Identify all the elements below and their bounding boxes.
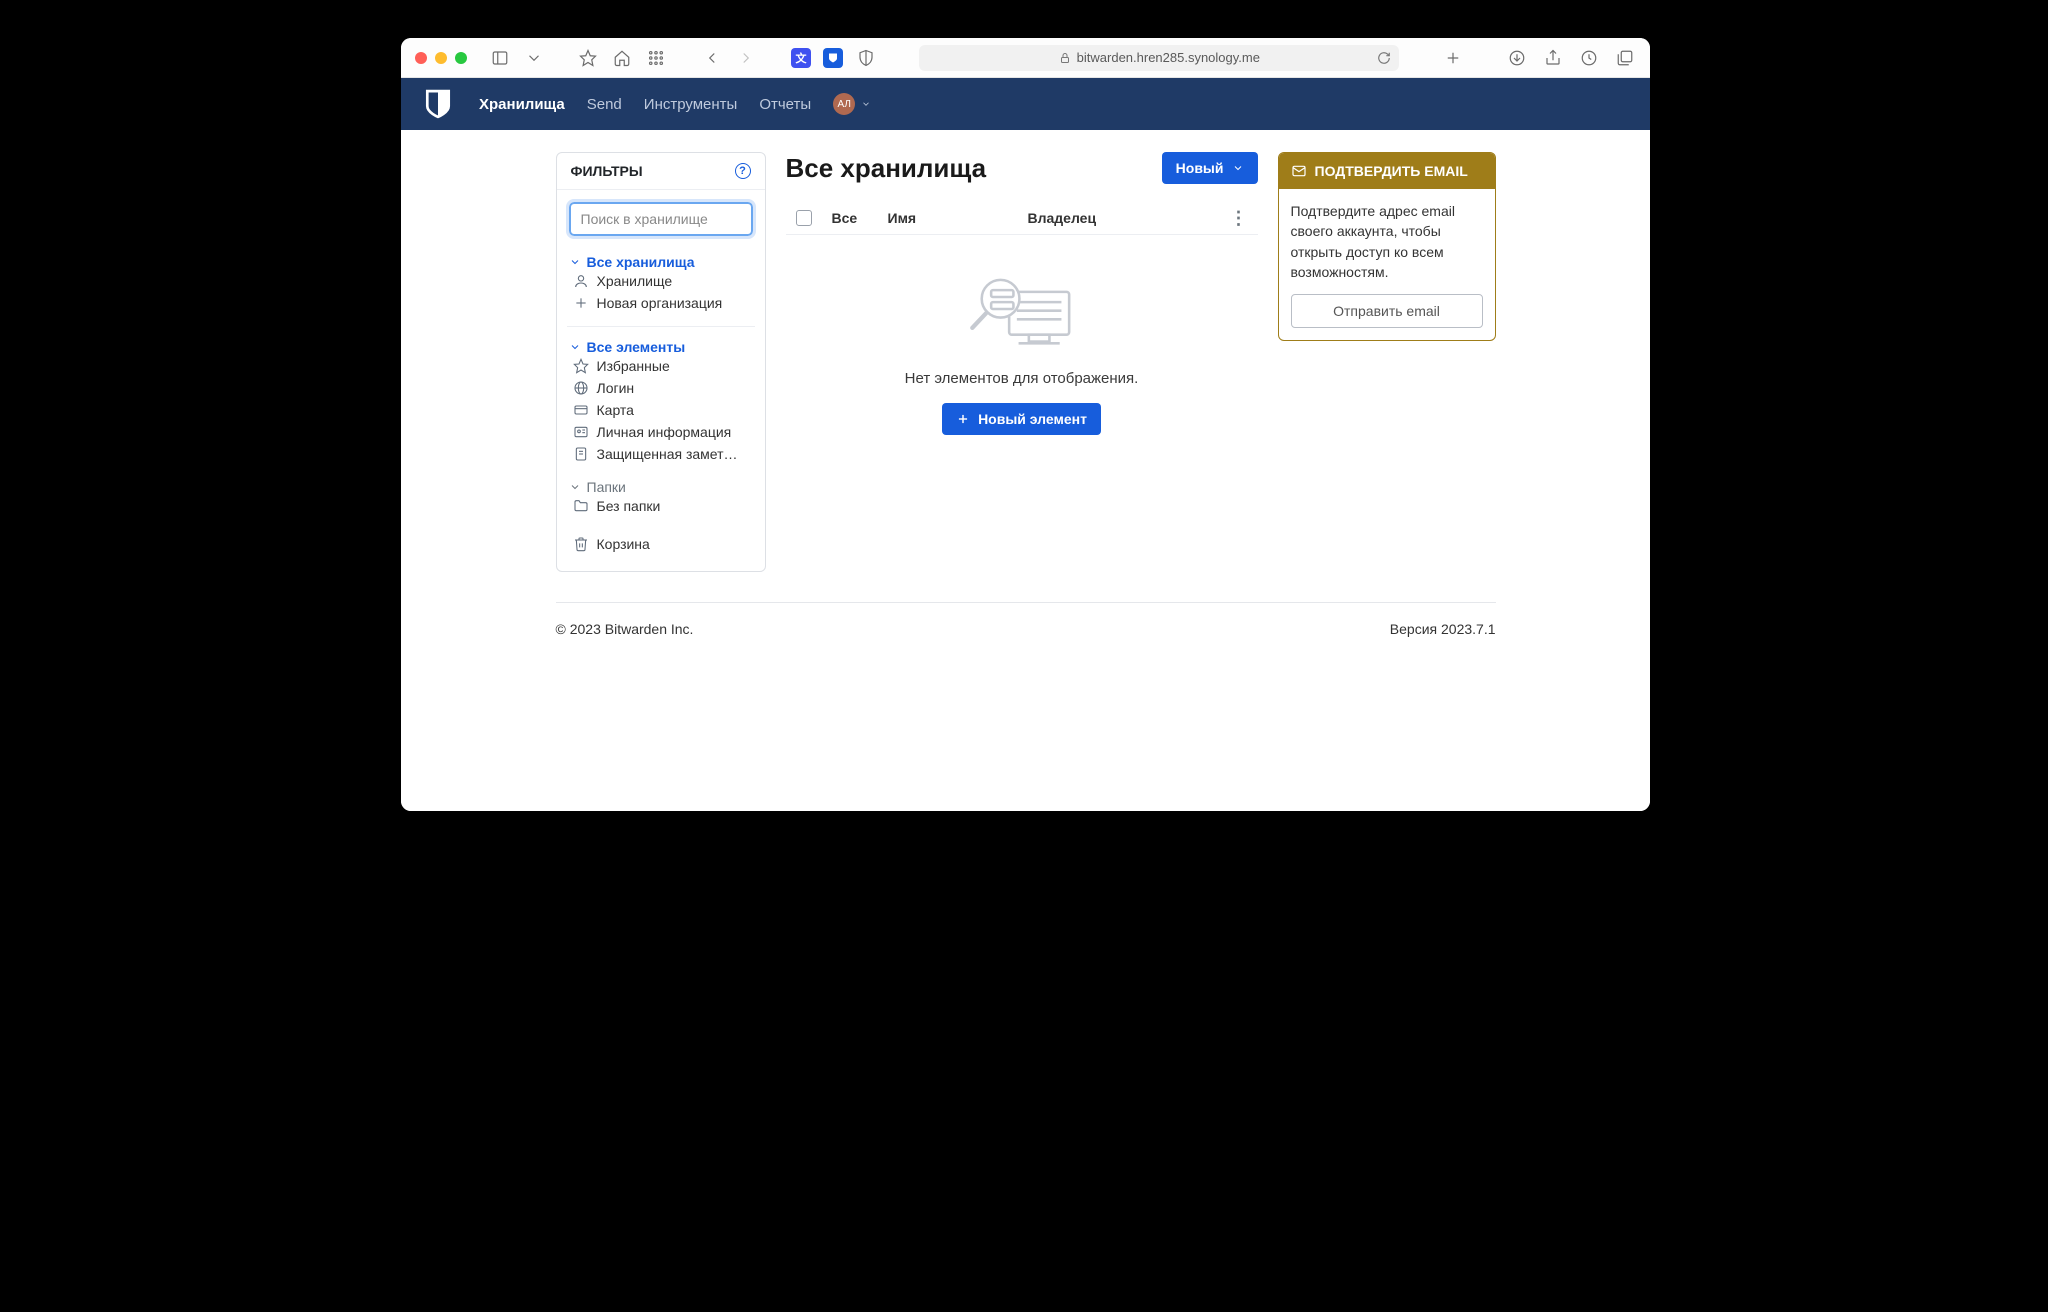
- callout-title: ПОДТВЕРДИТЬ EMAIL: [1315, 163, 1468, 179]
- search-input[interactable]: [569, 202, 753, 236]
- star-icon[interactable]: [577, 47, 599, 69]
- note-icon: [573, 446, 589, 462]
- sidebar-item-new-org[interactable]: Новая организация: [569, 292, 753, 314]
- apps-grid-icon[interactable]: [645, 47, 667, 69]
- group-folders[interactable]: Папки: [569, 479, 753, 495]
- select-all-checkbox[interactable]: [796, 210, 812, 226]
- minimize-window-button[interactable]: [435, 52, 447, 64]
- chevron-down-icon: [569, 481, 581, 493]
- browser-window: 文 bitwarden.hren285.synology.me Хранилищ…: [401, 38, 1650, 811]
- sidebar-item-trash[interactable]: Корзина: [569, 533, 753, 555]
- sidebar-item-card[interactable]: Карта: [569, 399, 753, 421]
- footer: © 2023 Bitwarden Inc. Версия 2023.7.1: [556, 602, 1496, 663]
- group-all-vaults[interactable]: Все хранилища: [569, 254, 753, 270]
- col-owner[interactable]: Владелец: [1028, 210, 1210, 226]
- sidebar-item-identity[interactable]: Личная информация: [569, 421, 753, 443]
- share-icon[interactable]: [1542, 47, 1564, 69]
- brand-logo-icon: [425, 89, 451, 119]
- nav-send[interactable]: Send: [587, 96, 622, 113]
- downloads-icon[interactable]: [1506, 47, 1528, 69]
- reload-icon[interactable]: [1377, 51, 1391, 65]
- sidebar-toggle-icon[interactable]: [489, 47, 511, 69]
- tabs-icon[interactable]: [1614, 47, 1636, 69]
- group-all-elements[interactable]: Все элементы: [569, 339, 753, 355]
- help-icon[interactable]: ?: [735, 163, 751, 179]
- forward-button[interactable]: [735, 47, 757, 69]
- plus-icon: [956, 412, 970, 426]
- page-title: Все хранилища: [786, 153, 987, 184]
- mail-icon: [1291, 163, 1307, 179]
- close-window-button[interactable]: [415, 52, 427, 64]
- callout-body-text: Подтвердите адрес email своего аккаунта,…: [1291, 201, 1483, 282]
- plus-tab-icon[interactable]: [1442, 47, 1464, 69]
- browser-toolbar: 文 bitwarden.hren285.synology.me: [401, 38, 1650, 78]
- window-controls: [415, 52, 467, 64]
- extension-translate-icon[interactable]: 文: [791, 48, 811, 68]
- table-header: Все Имя Владелец ⋮: [786, 202, 1258, 235]
- url-text: bitwarden.hren285.synology.me: [1077, 50, 1260, 65]
- nav-vaults[interactable]: Хранилища: [479, 96, 565, 113]
- star-icon: [573, 358, 589, 374]
- trash-icon: [573, 536, 589, 552]
- sidebar-item-login[interactable]: Логин: [569, 377, 753, 399]
- sidebar-item-no-folder[interactable]: Без папки: [569, 495, 753, 517]
- nav-reports[interactable]: Отчеты: [759, 96, 811, 113]
- verify-email-callout: ПОДТВЕРДИТЬ EMAIL Подтвердите адрес emai…: [1278, 152, 1496, 341]
- user-icon: [573, 273, 589, 289]
- extension-bitwarden-icon[interactable]: [823, 48, 843, 68]
- home-icon[interactable]: [611, 47, 633, 69]
- maximize-window-button[interactable]: [455, 52, 467, 64]
- id-card-icon: [573, 424, 589, 440]
- chevron-down-icon: [861, 99, 871, 109]
- footer-version: Версия 2023.7.1: [1390, 621, 1496, 637]
- avatar: АЛ: [833, 93, 855, 115]
- send-email-button[interactable]: Отправить email: [1291, 294, 1483, 328]
- address-bar[interactable]: bitwarden.hren285.synology.me: [919, 45, 1399, 71]
- footer-copyright: © 2023 Bitwarden Inc.: [556, 621, 694, 637]
- empty-text: Нет элементов для отображения.: [786, 370, 1258, 387]
- history-icon[interactable]: [1578, 47, 1600, 69]
- chevron-down-icon: [569, 341, 581, 353]
- back-button[interactable]: [701, 47, 723, 69]
- card-icon: [573, 402, 589, 418]
- filters-sidebar: ФИЛЬТРЫ ? Все хранилища Храни: [556, 152, 766, 572]
- new-button[interactable]: Новый: [1162, 152, 1258, 184]
- extension-shield-icon[interactable]: [855, 47, 877, 69]
- plus-icon: [573, 295, 589, 311]
- filters-title: ФИЛЬТРЫ: [571, 163, 643, 179]
- col-name[interactable]: Имя: [888, 210, 1008, 226]
- folder-icon: [573, 498, 589, 514]
- account-menu[interactable]: АЛ: [833, 93, 871, 115]
- empty-state: Нет элементов для отображения. Новый эле…: [786, 235, 1258, 441]
- sidebar-item-favorites[interactable]: Избранные: [569, 355, 753, 377]
- nav-tools[interactable]: Инструменты: [644, 96, 738, 113]
- sidebar-item-vault[interactable]: Хранилище: [569, 270, 753, 292]
- sidebar-item-secure-note[interactable]: Защищенная замет…: [569, 443, 753, 465]
- chevron-down-icon: [1232, 162, 1244, 174]
- new-item-button[interactable]: Новый элемент: [942, 403, 1101, 435]
- globe-icon: [573, 380, 589, 396]
- chevron-down-icon: [569, 256, 581, 268]
- app-nav: Хранилища Send Инструменты Отчеты АЛ: [401, 78, 1650, 130]
- main-panel: Все хранилища Новый Все Имя Владелец ⋮: [786, 152, 1258, 441]
- col-all[interactable]: Все: [832, 210, 868, 226]
- chevron-down-icon[interactable]: [523, 47, 545, 69]
- empty-illustration-icon: [962, 265, 1082, 353]
